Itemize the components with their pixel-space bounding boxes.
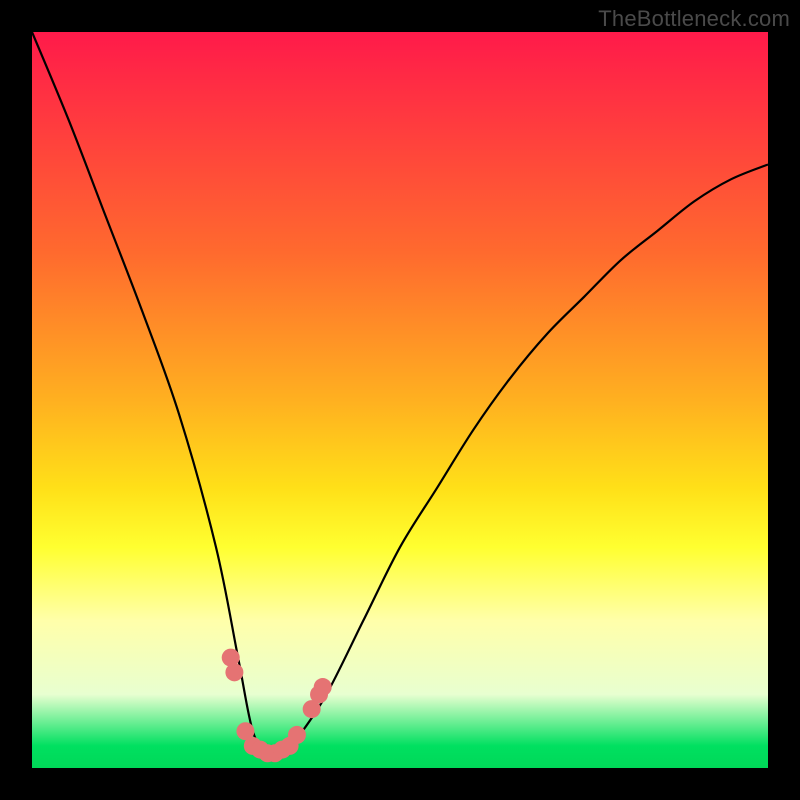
marker-dot xyxy=(314,678,332,696)
marker-dot xyxy=(288,726,306,744)
chart-frame: TheBottleneck.com xyxy=(0,0,800,800)
marker-dot xyxy=(225,663,243,681)
watermark-text: TheBottleneck.com xyxy=(598,6,790,32)
chart-svg xyxy=(32,32,768,768)
bottleneck-curve xyxy=(32,32,768,756)
chart-plot-area xyxy=(32,32,768,768)
highlight-markers xyxy=(222,649,332,763)
